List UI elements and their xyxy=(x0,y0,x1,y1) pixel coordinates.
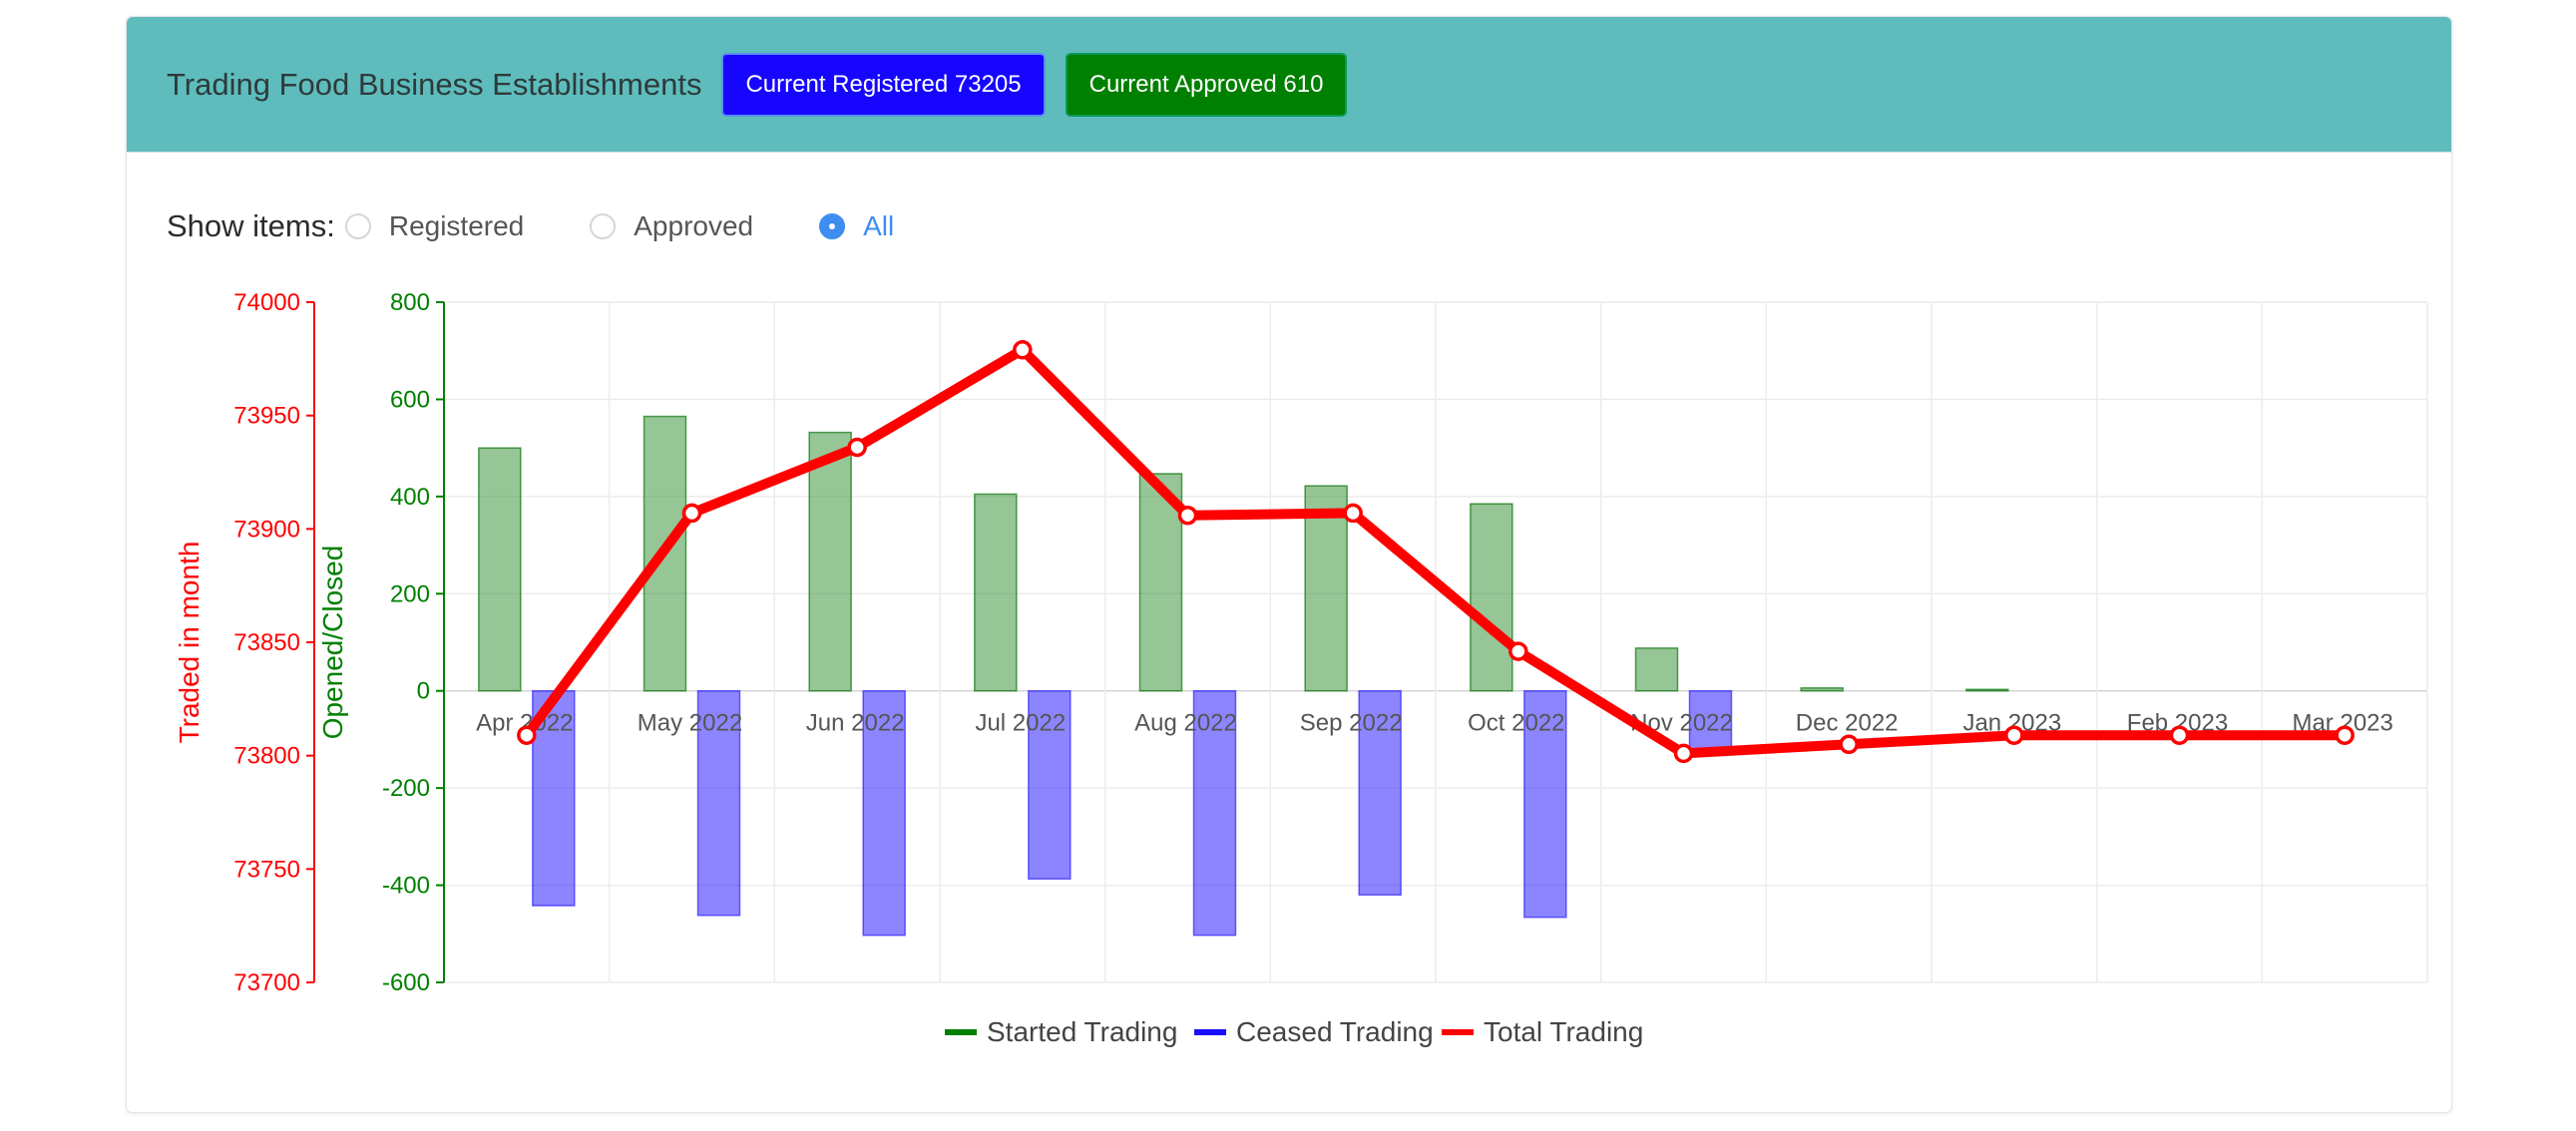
outer-y-tick-label: 73950 xyxy=(233,403,300,430)
bar-started-trading xyxy=(974,493,1018,692)
point-total-trading xyxy=(1839,734,1859,755)
outer-y-tick-label: 73800 xyxy=(233,743,300,770)
x-tick-label: Dec 2022 xyxy=(1796,710,1899,737)
x-tick-label: Oct 2022 xyxy=(1468,710,1564,737)
outer-y-tick-label: 73850 xyxy=(233,629,300,656)
point-total-trading xyxy=(847,437,867,458)
inner-y-tick-label: -200 xyxy=(382,775,430,802)
point-total-trading xyxy=(681,503,702,524)
legend-label: Ceased Trading xyxy=(1236,1016,1434,1047)
legend-label: Started Trading xyxy=(987,1016,1177,1047)
point-total-trading xyxy=(2335,725,2355,745)
inner-y-tick-label: 400 xyxy=(390,484,430,511)
point-total-trading xyxy=(1673,743,1694,764)
inner-y-tick-label: -600 xyxy=(382,969,430,996)
bar-started-trading xyxy=(1800,687,1844,692)
point-total-trading xyxy=(1013,339,1033,360)
point-total-trading xyxy=(1177,505,1198,526)
point-total-trading xyxy=(517,725,537,745)
chart-card: Trading Food Business Establishments Cur… xyxy=(126,16,2452,1113)
x-tick-label: May 2022 xyxy=(638,710,742,737)
outer-y-tick-label: 74000 xyxy=(233,289,300,316)
legend-label: Total Trading xyxy=(1484,1016,1643,1047)
point-total-trading xyxy=(2169,725,2190,745)
outer-y-tick-label: 73900 xyxy=(233,516,300,543)
x-tick-label: Jul 2022 xyxy=(975,710,1066,737)
inner-y-tick-label: 600 xyxy=(390,386,430,413)
bar-started-trading xyxy=(808,431,852,692)
outer-y-tick-label: 73700 xyxy=(233,969,300,996)
x-tick-label: Aug 2022 xyxy=(1134,710,1237,737)
point-total-trading xyxy=(1343,503,1363,524)
point-total-trading xyxy=(2004,725,2024,745)
outer-y-tick-label: 73750 xyxy=(233,856,300,883)
inner-y-tick-label: 0 xyxy=(417,678,430,705)
inner-y-axis-label: Opened/Closed xyxy=(317,546,348,740)
point-total-trading xyxy=(1508,641,1528,661)
trading-chart: -600 -400 -200 0 200 400 600 800 Opened/Closed 73… xyxy=(174,289,2428,1047)
x-tick-label: Jun 2022 xyxy=(806,710,905,737)
bar-started-trading xyxy=(478,447,522,692)
bar-started-trading xyxy=(1470,503,1513,692)
inner-y-tick-label: 200 xyxy=(390,580,430,607)
bar-started-trading xyxy=(1965,688,2009,692)
inner-y-tick-label: -400 xyxy=(382,873,430,900)
bar-started-trading xyxy=(1634,647,1679,692)
outer-y-axis-label: Traded in month xyxy=(174,542,205,744)
inner-y-tick-label: 800 xyxy=(390,289,430,316)
x-tick-label: Sep 2022 xyxy=(1300,710,1403,737)
